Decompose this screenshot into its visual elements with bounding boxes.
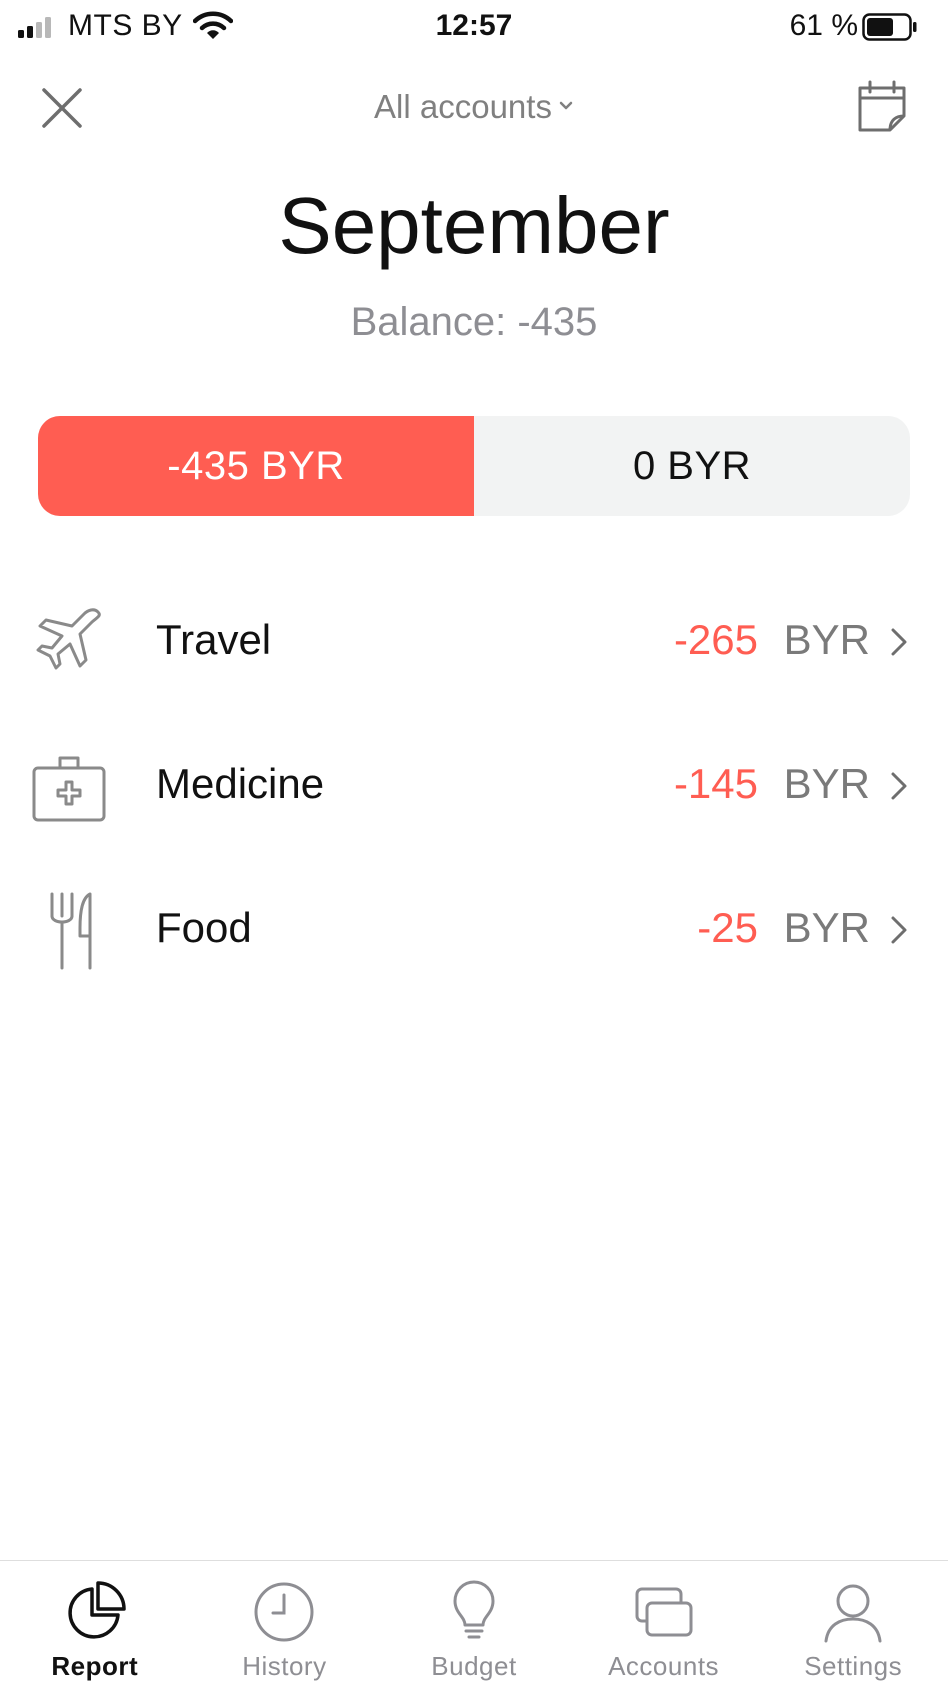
expense-income-segmented-control: -435 BYR 0 BYR bbox=[38, 416, 910, 516]
tab-history[interactable]: History bbox=[190, 1561, 380, 1686]
category-amount: -145 bbox=[673, 760, 758, 807]
category-name: Food bbox=[156, 904, 252, 951]
tab-label: Settings bbox=[804, 1651, 903, 1681]
airplane-icon bbox=[36, 608, 101, 670]
pie-chart-icon bbox=[68, 1581, 126, 1639]
chevron-right-icon bbox=[891, 628, 907, 656]
medical-kit-icon bbox=[32, 756, 106, 822]
tab-report[interactable]: Report bbox=[0, 1561, 190, 1686]
tab-accounts[interactable]: Accounts bbox=[569, 1561, 759, 1686]
category-row-food[interactable]: Food -25 BYR bbox=[0, 868, 948, 1012]
category-amount: -265 bbox=[673, 616, 758, 663]
top-navigation: All accounts bbox=[0, 70, 948, 146]
category-list: Travel -265 BYR Medicine -145 BYR Food -… bbox=[0, 580, 948, 1012]
balance-text: Balance: -435 bbox=[350, 300, 598, 344]
fork-knife-icon bbox=[50, 892, 92, 970]
tab-budget[interactable]: Budget bbox=[379, 1561, 569, 1686]
bottom-tab-bar: Report History Budget Accounts Settings bbox=[0, 1560, 948, 1686]
category-currency: BYR bbox=[783, 760, 870, 807]
account-selector[interactable]: All accounts bbox=[0, 88, 948, 126]
chevron-down-icon bbox=[559, 101, 573, 110]
tab-label: Report bbox=[51, 1651, 139, 1681]
status-bar: MTS BY 12:57 61 % bbox=[0, 0, 948, 56]
category-name: Medicine bbox=[156, 760, 325, 807]
income-segment[interactable]: 0 BYR bbox=[474, 416, 910, 516]
category-currency: BYR bbox=[783, 616, 870, 663]
tab-label: Budget bbox=[431, 1651, 517, 1681]
tab-settings[interactable]: Settings bbox=[758, 1561, 948, 1686]
clock-icon bbox=[254, 1582, 314, 1642]
category-row-medicine[interactable]: Medicine -145 BYR bbox=[0, 724, 948, 868]
month-title: September bbox=[278, 181, 670, 270]
account-selector-label: All accounts bbox=[374, 88, 552, 125]
category-amount: -25 bbox=[697, 904, 758, 951]
chevron-right-icon bbox=[891, 772, 907, 800]
category-currency: BYR bbox=[783, 904, 870, 951]
battery-percent: 61 % bbox=[789, 9, 858, 42]
category-name: Travel bbox=[156, 616, 272, 663]
tab-label: Accounts bbox=[608, 1651, 720, 1681]
person-icon bbox=[824, 1584, 882, 1643]
lightbulb-icon bbox=[453, 1580, 495, 1639]
calendar-icon[interactable] bbox=[854, 78, 910, 134]
battery-icon bbox=[862, 13, 917, 41]
expenses-segment[interactable]: -435 BYR bbox=[38, 416, 474, 516]
chevron-right-icon bbox=[891, 916, 907, 944]
tab-label: History bbox=[242, 1651, 327, 1681]
category-row-travel[interactable]: Travel -265 BYR bbox=[0, 580, 948, 724]
cards-icon bbox=[635, 1587, 693, 1637]
